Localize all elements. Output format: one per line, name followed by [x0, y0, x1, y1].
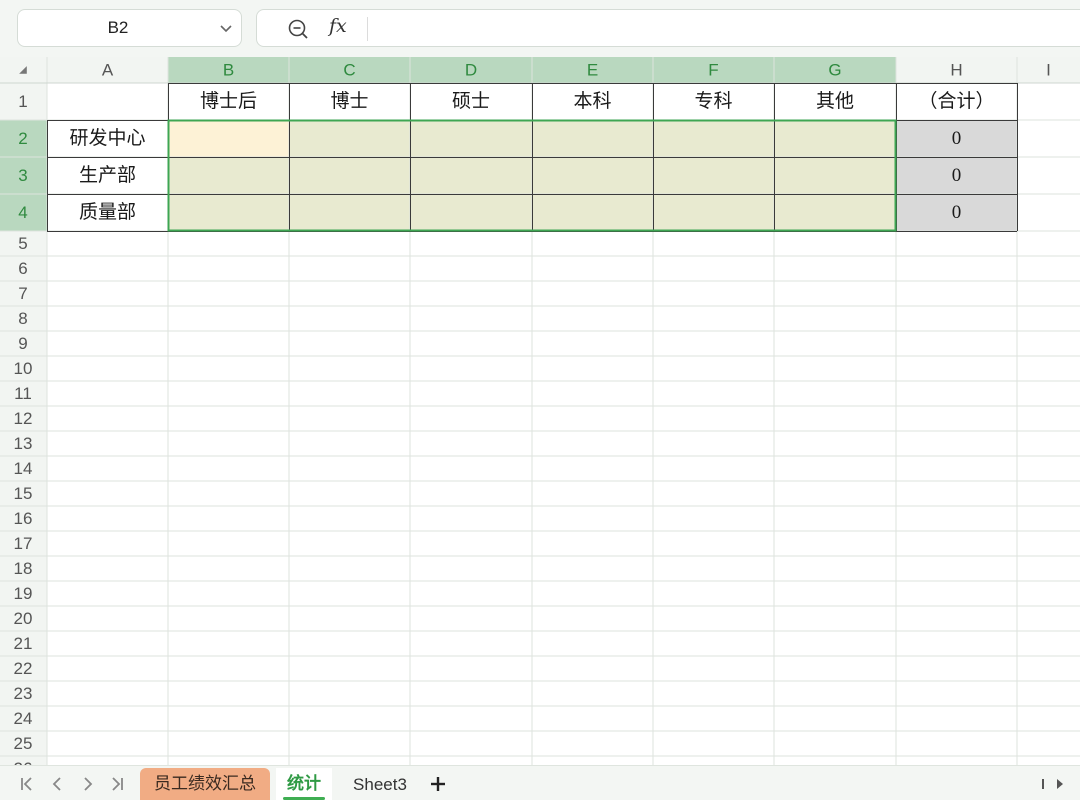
row-header-10[interactable]: 10 — [14, 359, 33, 378]
header-cell: （合计） — [918, 90, 994, 112]
row-header-15[interactable]: 15 — [14, 484, 33, 503]
row-header-6[interactable]: 6 — [18, 259, 27, 278]
spreadsheet-grid[interactable]: ◢ A B C D E F G H I 1 2 3 4 5 6 7 8 9 10 11 12 13 14 15 16 17 18 19 2… — [0, 57, 1080, 765]
chevron-down-icon[interactable] — [219, 21, 233, 35]
column-header-E[interactable]: E — [587, 61, 598, 80]
sheet-tab-bar: 员工绩效汇总 统计 Sheet3 — [0, 765, 1080, 800]
header-cell: 本科 — [573, 90, 611, 112]
first-sheet-icon[interactable] — [17, 774, 37, 794]
selected-cell[interactable] — [410, 120, 532, 157]
selected-cell[interactable] — [653, 120, 774, 157]
total-value-cell: 0 — [952, 202, 962, 223]
selected-cell[interactable] — [168, 194, 289, 231]
header-cell: 博士 — [330, 90, 368, 112]
column-header-I[interactable]: I — [1046, 61, 1051, 80]
row-label-cell: 研发中心 — [69, 127, 145, 149]
row-header-12[interactable]: 12 — [14, 409, 33, 428]
row-header-9[interactable]: 9 — [18, 334, 27, 353]
header-cell: 博士后 — [200, 90, 257, 112]
row-header-8[interactable]: 8 — [18, 309, 27, 328]
row-header-5[interactable]: 5 — [18, 234, 27, 253]
column-header-G[interactable]: G — [828, 61, 841, 80]
row-header-3[interactable]: 3 — [18, 166, 27, 185]
selected-cell[interactable] — [410, 157, 532, 194]
row-label-cell: 生产部 — [79, 164, 136, 186]
row-header-22[interactable]: 22 — [14, 659, 33, 678]
row-header-14[interactable]: 14 — [14, 459, 33, 478]
row-header-2[interactable]: 2 — [18, 129, 27, 148]
selected-cell[interactable] — [410, 194, 532, 231]
row-label-cell: 质量部 — [79, 201, 136, 223]
last-sheet-icon[interactable] — [107, 774, 127, 794]
grid-canvas[interactable]: ◢ A B C D E F G H I123456789101112131415161718192… — [0, 57, 1080, 765]
row-header-20[interactable]: 20 — [14, 609, 33, 628]
selected-cell[interactable] — [289, 157, 410, 194]
row-header-23[interactable]: 23 — [14, 684, 33, 703]
selected-cell[interactable] — [168, 157, 289, 194]
selected-cell[interactable] — [774, 120, 896, 157]
sheet-tab-summary[interactable]: 员工绩效汇总 — [140, 768, 270, 800]
total-value-cell: 0 — [952, 165, 962, 186]
sheet-tab-stats[interactable]: 统计 — [276, 768, 332, 800]
zoom-out-icon[interactable] — [287, 18, 309, 40]
column-header-F[interactable]: F — [708, 61, 718, 80]
column-header-A[interactable]: A — [102, 61, 114, 80]
selected-cell[interactable] — [774, 194, 896, 231]
next-sheet-icon[interactable] — [78, 774, 98, 794]
selected-cell[interactable] — [653, 194, 774, 231]
sheet-tab-sheet3[interactable]: Sheet3 — [340, 768, 420, 800]
active-cell[interactable] — [168, 120, 289, 157]
header-cell: 其他 — [816, 90, 854, 112]
selected-cell[interactable] — [653, 157, 774, 194]
column-header-H[interactable]: H — [950, 61, 962, 80]
row-header-7[interactable]: 7 — [18, 284, 27, 303]
header-cell: 专科 — [694, 90, 732, 112]
fx-icon[interactable]: fx — [329, 15, 347, 37]
selected-cell[interactable] — [774, 157, 896, 194]
header-cell: 硕士 — [452, 90, 490, 112]
selected-cell[interactable] — [532, 157, 653, 194]
name-box[interactable]: B2 — [17, 9, 242, 47]
formula-input[interactable]: fx — [256, 9, 1080, 47]
row-header-1[interactable]: 1 — [18, 92, 27, 111]
formula-bar: B2 fx — [0, 0, 1080, 57]
row-header-18[interactable]: 18 — [14, 559, 33, 578]
row-header-24[interactable]: 24 — [14, 709, 33, 728]
row-header-17[interactable]: 17 — [14, 534, 33, 553]
prev-sheet-icon[interactable] — [47, 774, 67, 794]
column-header-B[interactable]: B — [223, 61, 234, 80]
row-header-19[interactable]: 19 — [14, 584, 33, 603]
name-box-value[interactable]: B2 — [18, 18, 218, 38]
row-header-13[interactable]: 13 — [14, 434, 33, 453]
row-header-21[interactable]: 21 — [14, 634, 33, 653]
column-header-D[interactable]: D — [465, 61, 477, 80]
selected-cell[interactable] — [289, 120, 410, 157]
row-header-4[interactable]: 4 — [18, 203, 27, 222]
row-header-25[interactable]: 25 — [14, 734, 33, 753]
select-all-corner: ◢ — [19, 65, 27, 76]
selected-cell[interactable] — [289, 194, 410, 231]
horizontal-scroll-icon[interactable] — [1040, 774, 1070, 794]
formula-separator — [367, 17, 368, 41]
add-sheet-icon[interactable] — [428, 774, 448, 794]
column-header-C[interactable]: C — [343, 61, 355, 80]
total-value-cell: 0 — [952, 128, 962, 149]
row-header-16[interactable]: 16 — [14, 509, 33, 528]
selected-cell[interactable] — [532, 120, 653, 157]
selected-cell[interactable] — [532, 194, 653, 231]
row-header-11[interactable]: 11 — [14, 384, 32, 403]
